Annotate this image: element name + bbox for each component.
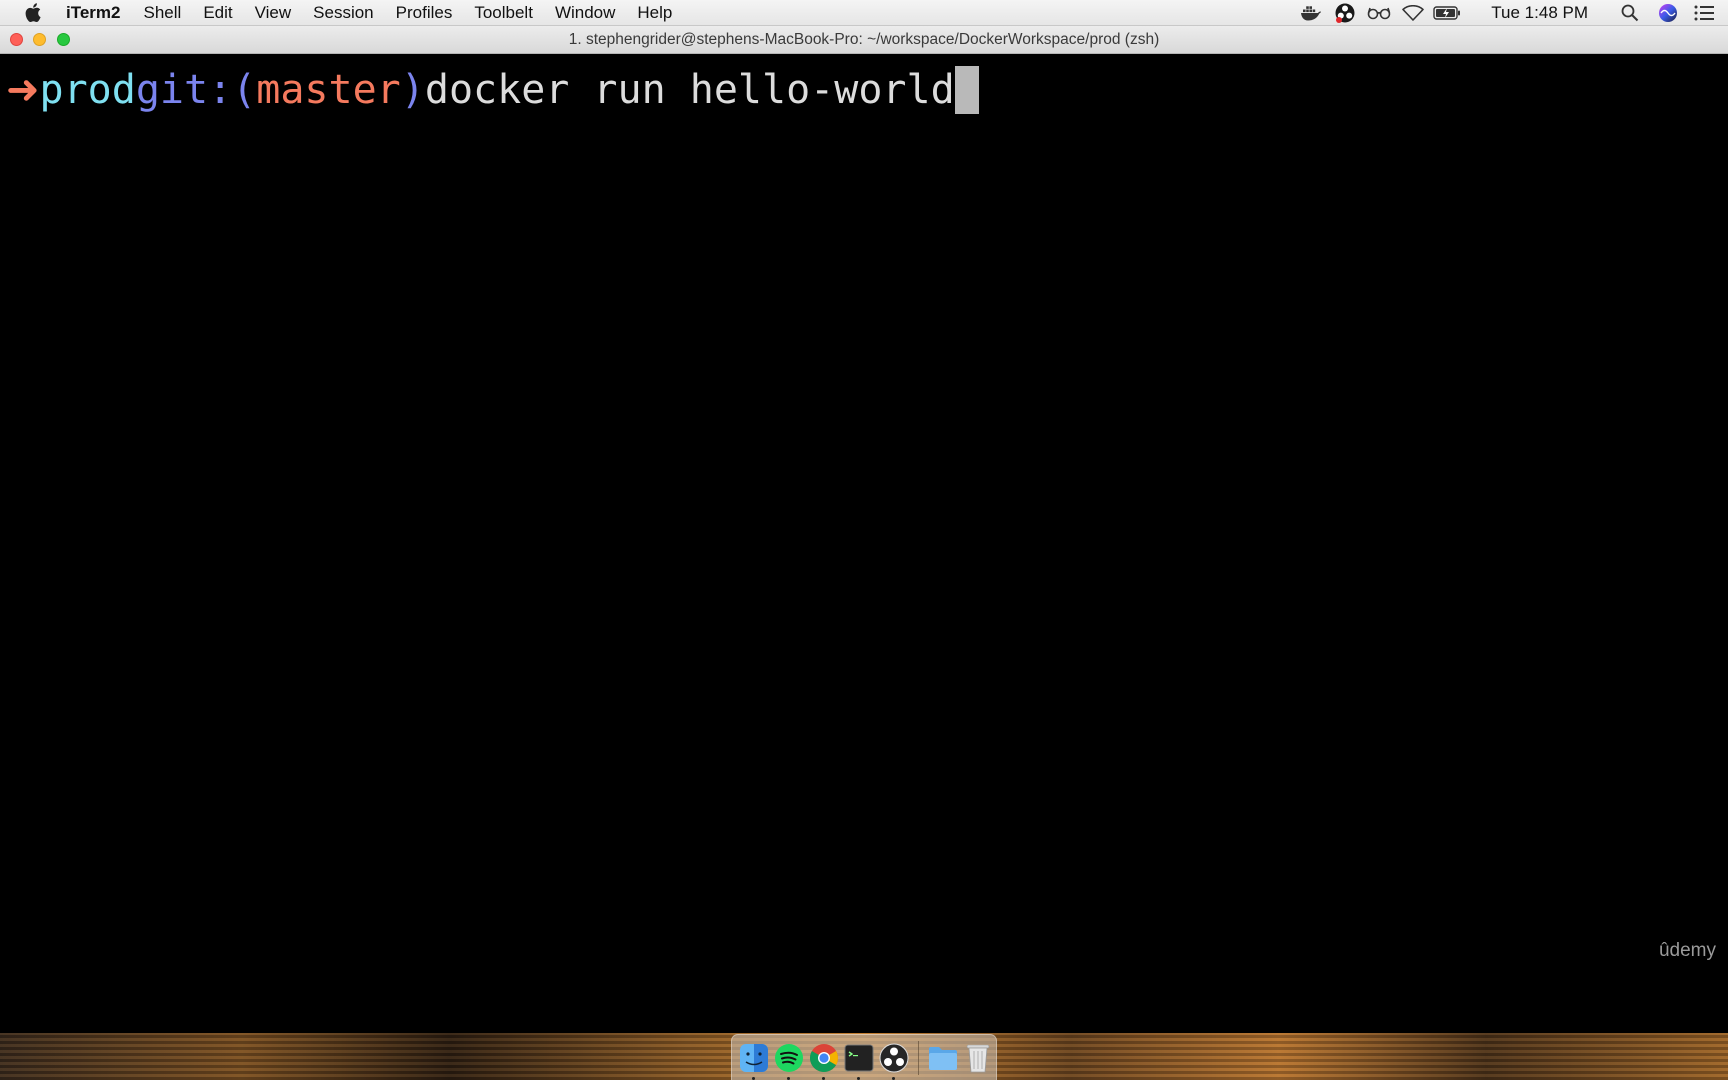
menu-profiles[interactable]: Profiles: [396, 3, 453, 23]
menu-shell[interactable]: Shell: [144, 3, 182, 23]
typed-command[interactable]: docker run hello-world: [425, 67, 955, 113]
prompt-arrow-icon: ➜: [6, 67, 40, 113]
menu-window[interactable]: Window: [555, 3, 615, 23]
window-title-bar[interactable]: 1. stephengrider@stephens-MacBook-Pro: ~…: [0, 26, 1728, 54]
spotlight-search-icon[interactable]: [1616, 2, 1644, 24]
prompt-git-prefix: git:(: [135, 67, 257, 113]
menu-edit[interactable]: Edit: [203, 3, 232, 23]
trash-icon[interactable]: [961, 1041, 994, 1074]
chrome-icon[interactable]: [807, 1041, 840, 1080]
prompt-git-branch: master: [256, 67, 401, 113]
battery-charging-icon[interactable]: [1433, 2, 1461, 24]
menubar-clock[interactable]: Tue 1:48 PM: [1491, 3, 1588, 23]
dock: [731, 1034, 997, 1080]
window-title: 1. stephengrider@stephens-MacBook-Pro: ~…: [568, 31, 1160, 48]
menu-session[interactable]: Session: [313, 3, 373, 23]
app-menu-iterm2[interactable]: iTerm2: [66, 3, 121, 23]
terminal-session[interactable]: ➜ prod git:(master) docker run hello-wor…: [0, 54, 1728, 1033]
terminal-icon[interactable]: [842, 1041, 875, 1080]
folder-icon[interactable]: [926, 1041, 959, 1074]
menu-toolbelt[interactable]: Toolbelt: [474, 3, 533, 23]
dock-separator: [918, 1040, 919, 1075]
menu-bar: iTerm2 Shell Edit View Session Profiles …: [0, 0, 1728, 26]
menu-view[interactable]: View: [255, 3, 292, 23]
obs-icon[interactable]: [1331, 2, 1359, 24]
apple-menu[interactable]: [0, 3, 66, 22]
udemy-watermark: ûdemy: [1658, 940, 1716, 961]
menu-help[interactable]: Help: [637, 3, 672, 23]
glasses-icon[interactable]: [1365, 2, 1393, 24]
finder-icon[interactable]: [737, 1041, 770, 1080]
docker-whale-icon[interactable]: [1297, 2, 1325, 24]
prompt-directory: prod: [39, 67, 136, 113]
notification-center-icon[interactable]: [1690, 2, 1718, 24]
prompt-line: ➜ prod git:(master) docker run hello-wor…: [6, 62, 979, 118]
obs-icon[interactable]: [877, 1041, 910, 1080]
prompt-git-suffix: ): [400, 67, 425, 113]
wifi-icon[interactable]: [1399, 2, 1427, 24]
terminal-cursor: [954, 66, 979, 114]
apple-logo-icon: [25, 3, 41, 22]
siri-icon[interactable]: [1654, 2, 1682, 24]
spotify-icon[interactable]: [772, 1041, 805, 1080]
